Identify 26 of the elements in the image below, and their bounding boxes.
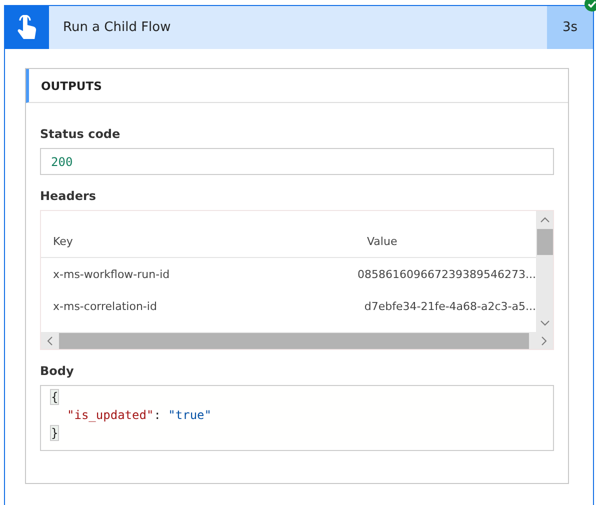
table-cell-text: x-ms-correlation-id bbox=[53, 300, 158, 312]
status-code-field: 200 bbox=[40, 148, 554, 175]
action-header[interactable]: Run a Child Flow 3s bbox=[5, 6, 593, 49]
field-label: Body bbox=[40, 364, 75, 378]
scroll-down-icon[interactable] bbox=[540, 320, 550, 326]
code-brace: } bbox=[51, 426, 58, 440]
table-cell: 085861609667239389546273... bbox=[358, 268, 536, 280]
duration-badge: 3s bbox=[547, 6, 593, 49]
column-header: Key bbox=[53, 234, 74, 248]
json-key: "is_updated" bbox=[67, 408, 154, 422]
code-brace: { bbox=[51, 390, 58, 404]
vertical-scrollbar[interactable] bbox=[536, 211, 553, 332]
table-cell: d7ebfe34-21fe-4a68-a2c3-a5... bbox=[364, 300, 536, 312]
field-label: Headers bbox=[40, 189, 98, 203]
scroll-left-icon[interactable] bbox=[47, 336, 53, 346]
field-label: Status code bbox=[40, 127, 122, 141]
json-string: "true" bbox=[168, 408, 212, 422]
outputs-heading: OUTPUTS bbox=[26, 69, 568, 103]
column-header: Value bbox=[367, 234, 398, 248]
action-title: Run a Child Flow bbox=[62, 19, 172, 37]
code-punctuation: : bbox=[154, 408, 162, 422]
scroll-up-icon[interactable] bbox=[540, 217, 550, 223]
table-cell-text: x-ms-workflow-run-id bbox=[53, 268, 171, 280]
hand-pointer-icon bbox=[16, 14, 38, 40]
scroll-thumb[interactable] bbox=[536, 229, 552, 255]
scroll-right-icon[interactable] bbox=[541, 336, 547, 346]
